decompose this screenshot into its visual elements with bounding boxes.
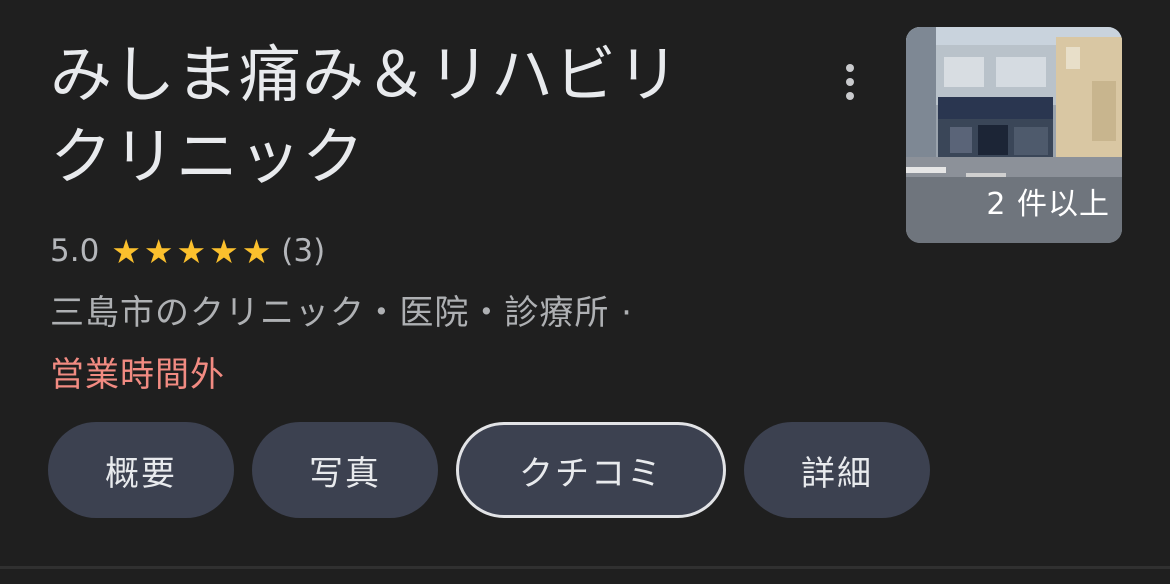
place-title-line1: みしま痛み＆リハビリ [50, 38, 681, 111]
more-vert-icon-dot-3 [846, 92, 854, 100]
more-options-button[interactable] [826, 56, 874, 108]
photo-count-label: 2 件以上 [986, 187, 1110, 222]
tab-reviews[interactable]: クチコミ [456, 422, 726, 518]
more-vert-icon-dot-2 [846, 78, 854, 86]
place-card: みしま痛み＆リハビリ クリニック 2 件以上 5.0 ★ ★ ★ ★ ★ (3)… [0, 0, 1170, 566]
rating-row[interactable]: 5.0 ★ ★ ★ ★ ★ (3) [50, 228, 325, 274]
tab-photos[interactable]: 写真 [252, 422, 438, 518]
star-icon: ★ [143, 231, 174, 271]
photo-thumbnail[interactable]: 2 件以上 [906, 27, 1122, 243]
open-status: 営業時間外 [50, 355, 225, 395]
tab-overview[interactable]: 概要 [48, 422, 234, 518]
rating-stars: ★ ★ ★ ★ ★ [111, 235, 271, 268]
more-vert-icon [846, 64, 854, 72]
place-category: 三島市のクリニック・医院・診療所 · [50, 293, 633, 333]
star-icon: ★ [111, 231, 141, 271]
place-title-line2: クリニック [50, 120, 366, 193]
place-title[interactable]: みしま痛み＆リハビリ クリニック [50, 34, 810, 198]
star-icon: ★ [176, 231, 207, 271]
star-icon: ★ [209, 231, 239, 271]
tab-details[interactable]: 詳細 [744, 422, 930, 518]
rating-value: 5.0 [50, 233, 100, 269]
review-count: (3) [281, 233, 326, 269]
star-icon: ★ [241, 231, 272, 271]
divider [0, 566, 1170, 569]
